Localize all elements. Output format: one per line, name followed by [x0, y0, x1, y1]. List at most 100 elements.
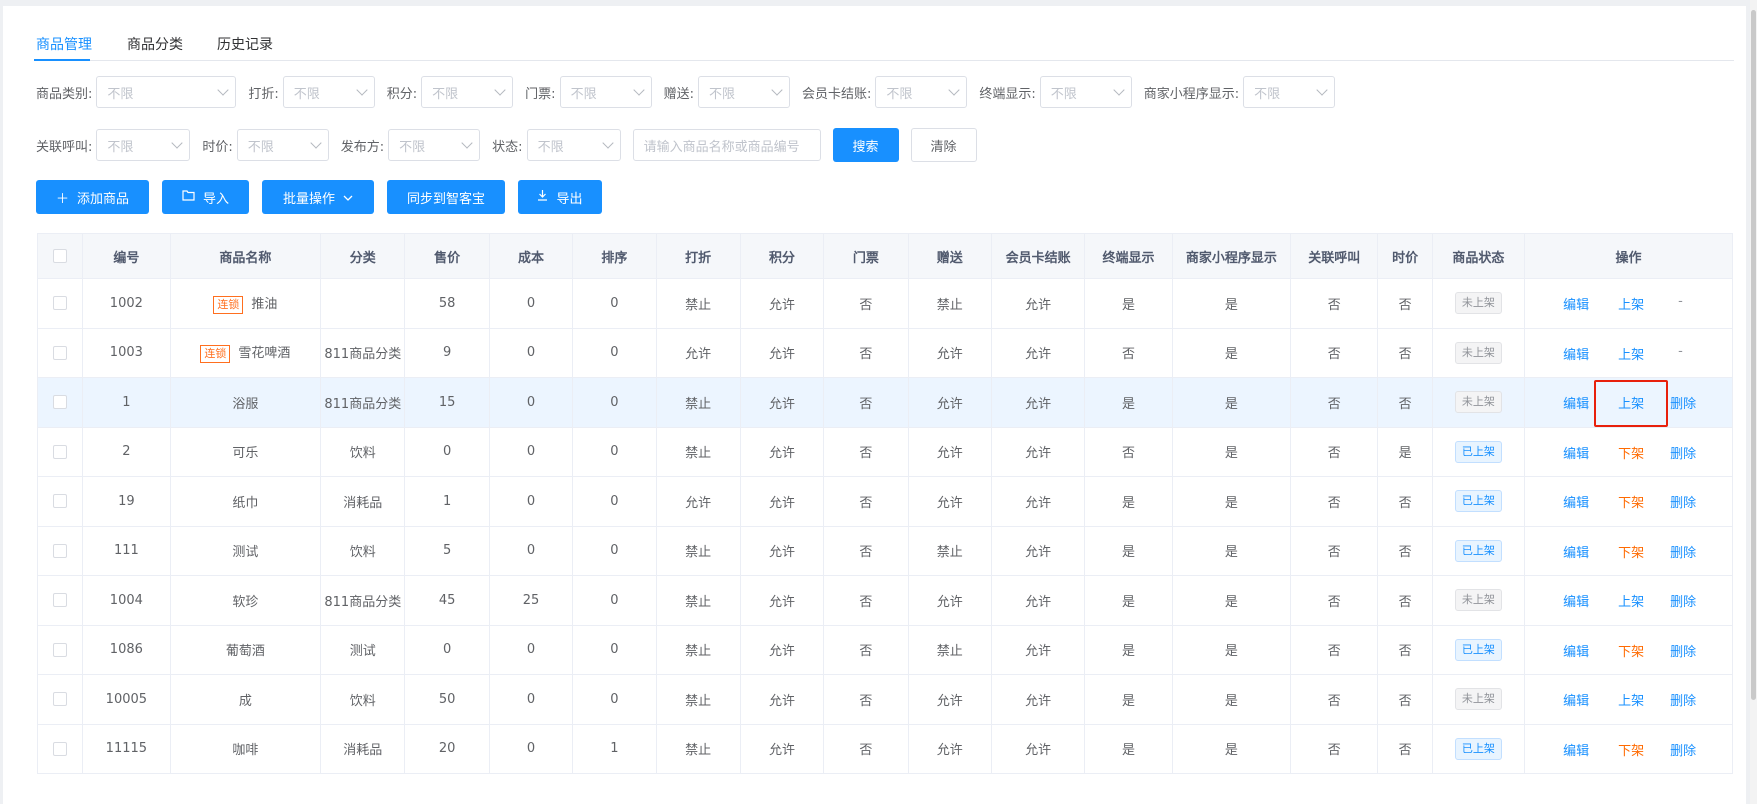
- publisher-select[interactable]: 不限: [388, 129, 481, 161]
- sync-button[interactable]: 同步到智客宝: [387, 180, 505, 214]
- row-select-cell[interactable]: [36, 327, 84, 378]
- export-button[interactable]: 导出: [518, 180, 602, 214]
- select-all-checkbox[interactable]: [53, 249, 68, 263]
- row-select-cell[interactable]: [36, 278, 84, 329]
- delete-link[interactable]: 删除: [1670, 690, 1696, 709]
- cell-miniapp: 是: [1171, 377, 1292, 428]
- search-button[interactable]: 搜索: [832, 128, 899, 162]
- unlist-link[interactable]: 下架: [1618, 641, 1644, 660]
- member-card-select[interactable]: 不限: [875, 76, 968, 108]
- delete-link[interactable]: 删除: [1670, 591, 1696, 610]
- cell-name: 连锁 雪花啤酒: [169, 327, 322, 378]
- chevron-down-icon: [601, 137, 614, 149]
- miniapp-select[interactable]: 不限: [1243, 76, 1336, 108]
- unlist-link[interactable]: 下架: [1618, 443, 1644, 462]
- row-select-cell[interactable]: [36, 426, 84, 477]
- row-select-cell[interactable]: [36, 575, 84, 626]
- edit-link[interactable]: 编辑: [1563, 294, 1589, 313]
- scrollbar-thumb[interactable]: [1751, 10, 1756, 700]
- row-select-cell[interactable]: [36, 674, 84, 725]
- row-select-cell[interactable]: [36, 476, 84, 527]
- page-scrollbar[interactable]: [1750, 0, 1757, 804]
- terminal-select[interactable]: 不限: [1039, 76, 1132, 108]
- cell-timeprice: 否: [1377, 476, 1433, 527]
- cell-gift: 禁止: [907, 278, 992, 329]
- row-select-cell[interactable]: [36, 624, 84, 675]
- edit-link[interactable]: 编辑: [1563, 641, 1589, 660]
- search-placeholder: 请输入商品名称或商品编号: [643, 139, 800, 155]
- edit-link[interactable]: 编辑: [1563, 393, 1589, 412]
- edit-link[interactable]: 编辑: [1563, 690, 1589, 709]
- row-select-cell[interactable]: [36, 525, 84, 576]
- delete-link[interactable]: 删除: [1670, 740, 1696, 759]
- delete-link[interactable]: 删除: [1670, 641, 1696, 660]
- edit-link[interactable]: 编辑: [1563, 344, 1589, 363]
- delete-link[interactable]: 删除: [1670, 443, 1696, 462]
- unlist-link[interactable]: 下架: [1618, 740, 1644, 759]
- tab-goods-management[interactable]: 商品管理: [36, 34, 92, 54]
- edit-link[interactable]: 编辑: [1563, 542, 1589, 561]
- batch-operation-button[interactable]: 批量操作: [262, 180, 374, 214]
- row-checkbox[interactable]: [53, 395, 68, 410]
- row-checkbox[interactable]: [53, 692, 68, 707]
- list-link[interactable]: 上架: [1618, 591, 1644, 610]
- chevron-down-icon: [494, 84, 506, 96]
- row-checkbox[interactable]: [53, 642, 68, 657]
- delete-link[interactable]: 删除: [1670, 542, 1696, 561]
- filter-label-timeprice: 时价:: [202, 139, 233, 155]
- add-goods-button[interactable]: ＋ 添加商品: [36, 180, 149, 214]
- category-select[interactable]: 不限: [96, 76, 237, 108]
- cell-name: 软珍: [169, 575, 322, 626]
- call-select[interactable]: 不限: [96, 129, 191, 161]
- unlist-link[interactable]: 下架: [1618, 492, 1644, 511]
- gift-select[interactable]: 不限: [697, 76, 790, 108]
- cell-price: 58: [404, 278, 490, 329]
- cell-gift: 允许: [907, 377, 992, 428]
- delete-link[interactable]: 删除: [1670, 492, 1696, 511]
- list-link[interactable]: 上架: [1618, 344, 1644, 363]
- status-select[interactable]: 不限: [526, 129, 621, 161]
- header-select-all[interactable]: [36, 233, 84, 279]
- clear-button[interactable]: 清除: [910, 128, 977, 162]
- row-checkbox[interactable]: [53, 494, 68, 509]
- row-select-cell[interactable]: [36, 377, 84, 428]
- tab-goods-category[interactable]: 商品分类: [127, 34, 183, 54]
- cell-call: 否: [1290, 278, 1379, 329]
- row-select-cell[interactable]: [36, 723, 84, 774]
- edit-link[interactable]: 编辑: [1563, 591, 1589, 610]
- cell-status: 未上架: [1431, 674, 1526, 725]
- timeprice-select[interactable]: 不限: [236, 129, 329, 161]
- delete-link[interactable]: 删除: [1670, 393, 1696, 412]
- highlight-annotation-box: [1594, 380, 1669, 428]
- cell-id: 1: [82, 377, 171, 428]
- row-checkbox[interactable]: [53, 345, 68, 360]
- row-checkbox[interactable]: [53, 296, 68, 311]
- tab-history[interactable]: 历史记录: [217, 34, 273, 54]
- cell-id: 1002: [82, 278, 171, 329]
- search-input[interactable]: 请输入商品名称或商品编号: [632, 129, 821, 161]
- cell-price: 20: [404, 723, 490, 774]
- points-select[interactable]: 不限: [421, 76, 514, 108]
- row-checkbox[interactable]: [53, 543, 68, 558]
- edit-link[interactable]: 编辑: [1563, 492, 1589, 511]
- cell-cost: 0: [488, 377, 574, 428]
- cell-call: 否: [1290, 723, 1379, 774]
- row-checkbox[interactable]: [53, 593, 68, 608]
- filter-label-discount: 打折:: [248, 86, 279, 102]
- import-button[interactable]: 导入: [162, 180, 249, 214]
- discount-select[interactable]: 不限: [282, 76, 375, 108]
- cell-points: 允许: [739, 476, 825, 527]
- cell-price: 50: [404, 674, 490, 725]
- header-cell: 打折: [655, 233, 741, 279]
- row-checkbox[interactable]: [53, 741, 68, 756]
- list-link[interactable]: 上架: [1618, 690, 1644, 709]
- cell-points: 允许: [739, 327, 825, 378]
- edit-link[interactable]: 编辑: [1563, 740, 1589, 759]
- row-checkbox[interactable]: [53, 444, 68, 459]
- edit-link[interactable]: 编辑: [1563, 443, 1589, 462]
- unlist-link[interactable]: 下架: [1618, 542, 1644, 561]
- cell-call: 否: [1290, 525, 1379, 576]
- cell-ticket: 否: [823, 476, 909, 527]
- ticket-select[interactable]: 不限: [559, 76, 652, 108]
- list-link[interactable]: 上架: [1618, 294, 1644, 313]
